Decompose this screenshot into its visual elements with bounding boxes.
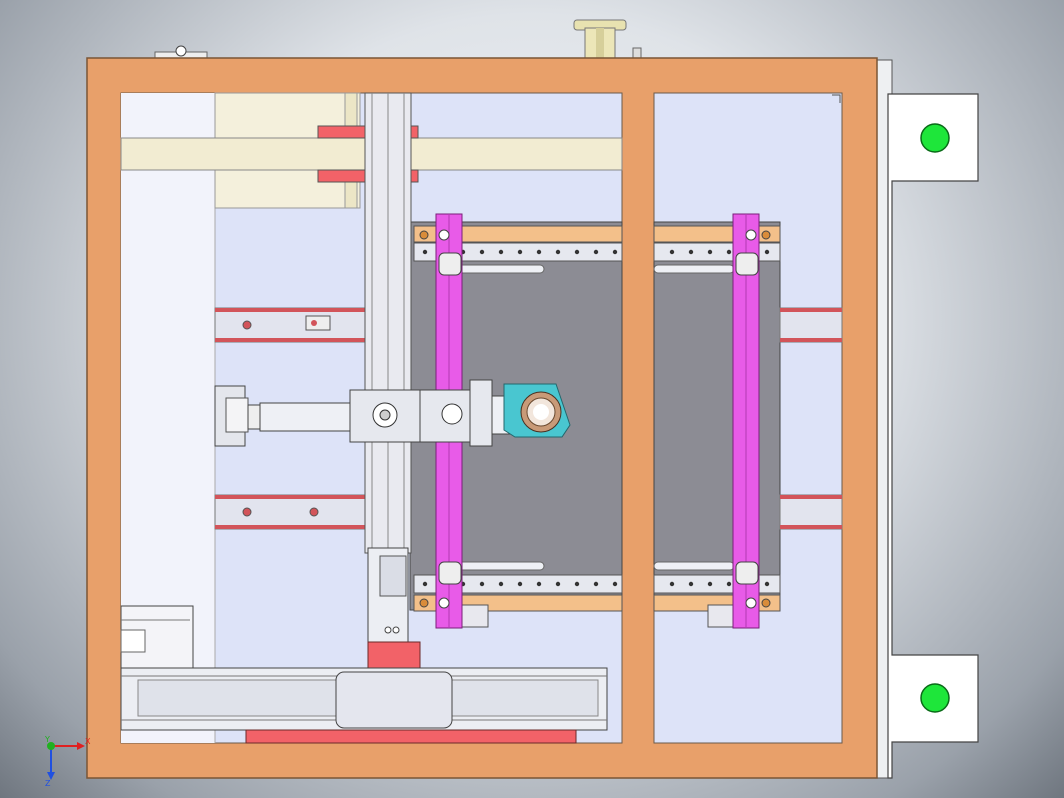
- top-left-bracket: [154, 45, 208, 59]
- screw-dot: [764, 249, 770, 255]
- screw-dot: [707, 249, 713, 255]
- triad-y-label: Y: [44, 735, 50, 744]
- top-small-bolt: [632, 47, 642, 59]
- screw-dot: [498, 249, 504, 255]
- screw-dot: [555, 581, 561, 587]
- bottom-left-motor-block: [120, 605, 194, 669]
- screw-dot: [498, 581, 504, 587]
- right-mounting-plate: [875, 59, 979, 779]
- screw-dot: [574, 581, 580, 587]
- screw-dot: [593, 581, 599, 587]
- screw-dot: [612, 581, 618, 587]
- screw-dot: [479, 249, 485, 255]
- screw-dot: [517, 249, 523, 255]
- cad-model-view[interactable]: Y X Z: [0, 0, 1064, 798]
- screw-dot: [422, 581, 428, 587]
- screw-dot: [688, 581, 694, 587]
- screw-dot: [726, 581, 732, 587]
- mounting-hole-bottom-indicator: [920, 683, 950, 713]
- screw-dot: [669, 581, 675, 587]
- triad-x-label: X: [85, 737, 91, 746]
- screw-dot: [593, 249, 599, 255]
- screw-dot: [555, 249, 561, 255]
- screw-dot: [707, 581, 713, 587]
- coordinate-triad: Y X Z: [44, 735, 91, 788]
- vertical-slide-column: [364, 92, 412, 643]
- top-pipe-fitting: [573, 19, 627, 59]
- screw-dot: [536, 249, 542, 255]
- screw-dot: [536, 581, 542, 587]
- screw-dot: [612, 249, 618, 255]
- screw-dot: [574, 249, 580, 255]
- screw-dot: [726, 249, 732, 255]
- screw-dot: [479, 581, 485, 587]
- screw-dot: [688, 249, 694, 255]
- screw-dot: [669, 249, 675, 255]
- screw-dot: [764, 581, 770, 587]
- triad-z-label: Z: [45, 779, 51, 788]
- screw-dot: [422, 249, 428, 255]
- screw-dot: [517, 581, 523, 587]
- mounting-hole-top-indicator: [920, 123, 950, 153]
